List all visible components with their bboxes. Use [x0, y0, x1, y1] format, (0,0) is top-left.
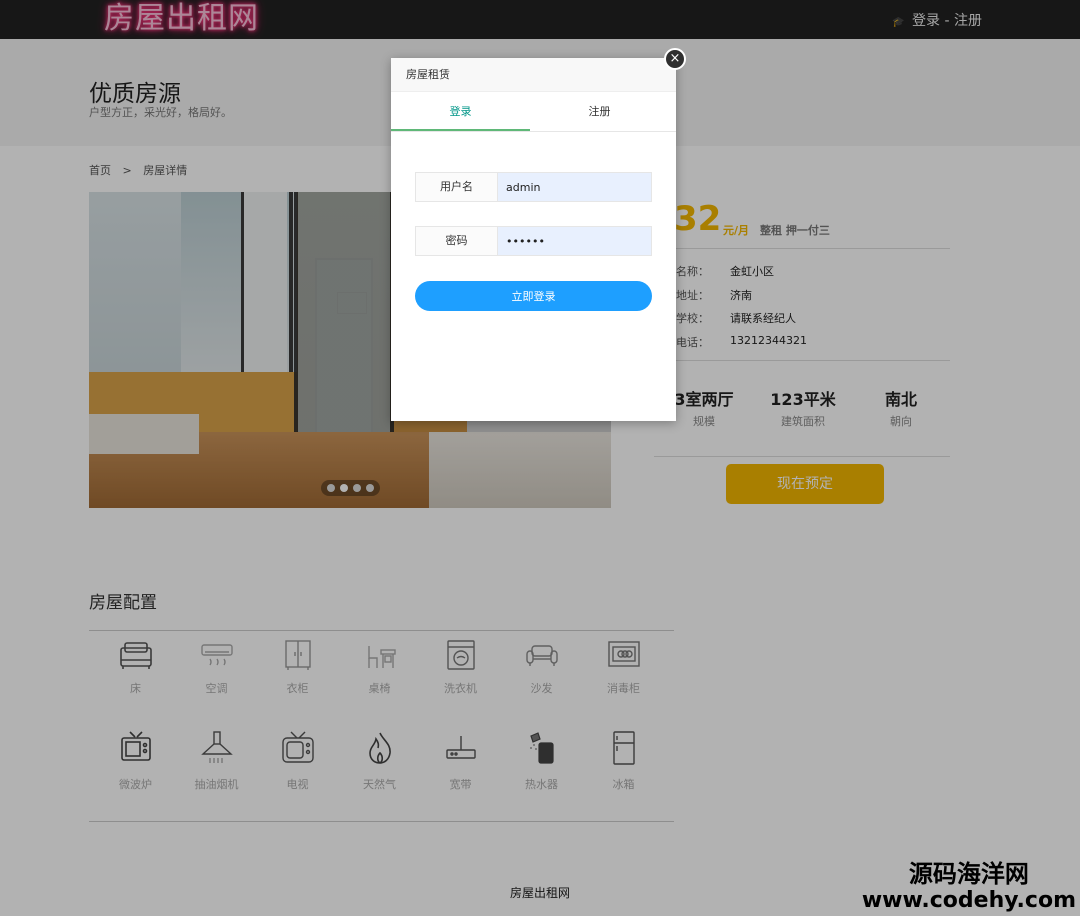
watermark: 源码海洋网 www.codehy.com [862, 860, 1076, 914]
modal-title: 房屋租赁 [391, 58, 676, 92]
watermark-line: www.codehy.com [861, 888, 1076, 913]
login-modal: 房屋租赁 × 登录 注册 用户名 密码 立即登录 [391, 48, 686, 421]
password-label: 密码 [416, 227, 498, 255]
username-label: 用户名 [416, 173, 498, 201]
username-input[interactable] [498, 173, 651, 201]
close-icon[interactable]: × [664, 48, 686, 70]
watermark-line: 源码海洋网 [908, 860, 1029, 888]
username-row: 用户名 [415, 172, 652, 202]
tab-register[interactable]: 注册 [530, 92, 669, 131]
password-input[interactable] [498, 227, 651, 255]
login-submit-button[interactable]: 立即登录 [415, 281, 652, 311]
modal-tabs: 登录 注册 [391, 92, 676, 132]
tab-login[interactable]: 登录 [391, 92, 530, 131]
password-row: 密码 [415, 226, 652, 256]
